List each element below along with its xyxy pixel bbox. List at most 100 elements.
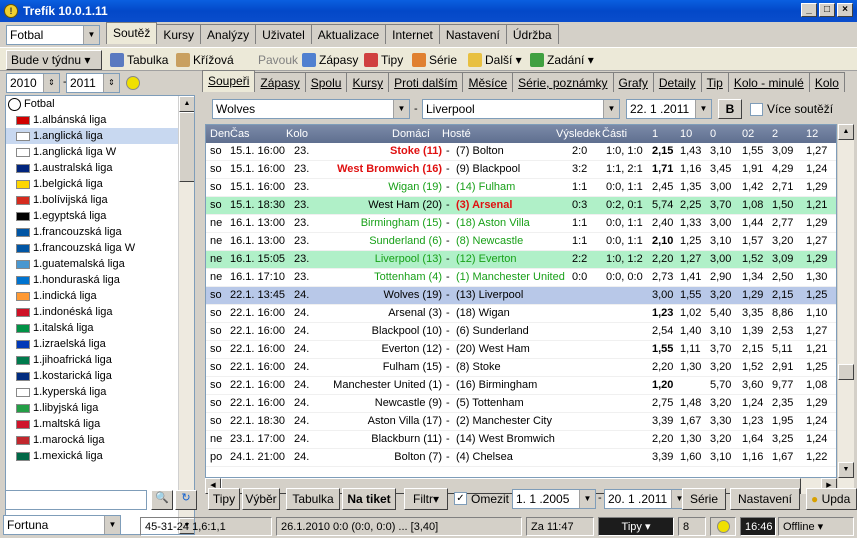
tips-button[interactable]: Tipy: [360, 50, 407, 70]
spider-button[interactable]: Pavouk: [254, 50, 302, 70]
col-header[interactable]: Hosté: [442, 128, 471, 140]
tree-item[interactable]: 1.indická liga: [6, 288, 194, 304]
tree-item[interactable]: 1.bolívijská liga: [6, 192, 194, 208]
col-header[interactable]: 02: [742, 128, 754, 140]
table-row[interactable]: so 15.1. 16:00 23. Stoke (11) - (7) Bolton 2:0…: [206, 143, 836, 161]
tree-item[interactable]: 1.izraelská liga: [6, 336, 194, 352]
col-header[interactable]: Čas: [230, 128, 250, 140]
grid-scrollbar[interactable]: ▲ ▼: [838, 124, 854, 494]
table-row[interactable]: so 22.1. 16:00 24. Newcastle (9) - (5) Totten…: [206, 395, 836, 413]
col-header[interactable]: 10: [680, 128, 692, 140]
tree-item[interactable]: 1.honduraská liga: [6, 272, 194, 288]
subtab-1[interactable]: Zápasy: [254, 72, 306, 92]
vyber-tab[interactable]: Výběr: [242, 488, 280, 510]
col-header[interactable]: 2: [772, 128, 778, 140]
tab-5[interactable]: Internet: [385, 24, 440, 44]
tree-item[interactable]: 1.marocká liga: [6, 432, 194, 448]
tree-item[interactable]: 1.australská liga: [6, 160, 194, 176]
subtab-4[interactable]: Proti dalším: [388, 72, 464, 92]
tree-item[interactable]: 1.mexická liga: [6, 448, 194, 464]
update-button[interactable]: ● Upda: [806, 488, 857, 510]
mode-dropdown[interactable]: Offline ▾: [778, 517, 854, 536]
chevron-down-icon[interactable]: ▼: [83, 26, 99, 44]
refresh-icon[interactable]: ↻: [175, 490, 197, 510]
series-bottom-button[interactable]: Série: [682, 488, 726, 510]
cross-button[interactable]: Křížová: [172, 50, 238, 70]
table-row[interactable]: so 22.1. 16:00 24. Fulham (15) - (8) Stoke 2,2…: [206, 359, 836, 377]
table-row[interactable]: so 22.1. 16:00 24. Manchester United (1) - (1…: [206, 377, 836, 395]
year-from[interactable]: 2010 ⇕: [6, 73, 60, 93]
table-row[interactable]: ne 16.1. 15:05 23. Liverpool (13) - (12) Ever…: [206, 251, 836, 269]
col-header[interactable]: Části: [602, 128, 627, 140]
subtab-5[interactable]: Měsíce: [462, 72, 514, 92]
date-from-picker[interactable]: 1. 1 .2005 ▼: [512, 489, 596, 509]
subtab-3[interactable]: Kursy: [346, 72, 390, 92]
tree-item[interactable]: 1.libyjská liga: [6, 400, 194, 416]
sport-select[interactable]: Fotbal ▼: [6, 25, 100, 45]
search-input[interactable]: [5, 490, 147, 510]
maximize-button[interactable]: □: [819, 3, 835, 17]
tree-item[interactable]: 1.maltská liga: [6, 416, 194, 432]
tree-item[interactable]: 1.anglická liga W: [6, 144, 194, 160]
tree-item[interactable]: 1.belgická liga: [6, 176, 194, 192]
tree-item[interactable]: 1.italská liga: [6, 320, 194, 336]
col-header[interactable]: 0: [710, 128, 716, 140]
series-button[interactable]: Série: [408, 50, 461, 70]
tabulka-button[interactable]: Tabulka: [286, 488, 340, 510]
table-row[interactable]: so 22.1. 13:45 24. Wolves (19) - (13) Liverpo…: [206, 287, 836, 305]
bookmaker-select[interactable]: Fortuna ▼: [3, 515, 121, 535]
tab-3[interactable]: Uživatel: [255, 24, 312, 44]
tree-item[interactable]: 1.jihoafrická liga: [6, 352, 194, 368]
subtab-6[interactable]: Série, poznámky: [512, 72, 614, 92]
tree-root[interactable]: Fotbal: [6, 96, 194, 112]
col-header[interactable]: 1: [652, 128, 658, 140]
table-row[interactable]: ne 16.1. 17:10 23. Tottenham (4) - (1) Manche…: [206, 269, 836, 287]
limit-checkbox[interactable]: ✓: [454, 492, 467, 505]
tree-item[interactable]: 1.egyptská liga: [6, 208, 194, 224]
table-row[interactable]: so 22.1. 18:30 24. Aston Villa (17) - (2) Man…: [206, 413, 836, 431]
table-row[interactable]: ne 16.1. 13:00 23. Sunderland (6) - (8) Newca…: [206, 233, 836, 251]
table-row[interactable]: so 15.1. 16:00 23. West Bromwich (16) - (9) B…: [206, 161, 836, 179]
year-to[interactable]: 2011 ⇕: [66, 73, 120, 93]
tree-item[interactable]: 1.francouzská liga W: [6, 240, 194, 256]
subtab-7[interactable]: Grafy: [612, 72, 654, 92]
tree-item[interactable]: 1.indonéská liga: [6, 304, 194, 320]
subtab-9[interactable]: Tip: [700, 72, 729, 92]
col-header[interactable]: Domácí: [392, 128, 430, 140]
tree-item[interactable]: 1.kostarická liga: [6, 368, 194, 384]
tree-item[interactable]: 1.albánská liga: [6, 112, 194, 128]
subtab-11[interactable]: Kolo: [808, 72, 845, 92]
table-row[interactable]: so 15.1. 18:30 23. West Ham (20) - (3) Arsena…: [206, 197, 836, 215]
tab-1[interactable]: Kursy: [156, 24, 202, 44]
tree-scrollbar[interactable]: ▲ ▼: [178, 96, 194, 534]
filter-dropdown[interactable]: Filtr▾: [404, 488, 448, 510]
table-row[interactable]: ne 16.1. 13:00 23. Birmingham (15) - (18) Ast…: [206, 215, 836, 233]
b-button[interactable]: B: [718, 99, 742, 119]
table-row[interactable]: ne 23.1. 17:00 24. Blackburn (11) - (14) West…: [206, 431, 836, 449]
period-dropdown[interactable]: Bude v týdnu ▾: [6, 50, 102, 70]
subtab-0[interactable]: Soupeři: [202, 70, 256, 92]
col-header[interactable]: 12: [806, 128, 818, 140]
date-picker[interactable]: 22. 1 .2011 ▼: [626, 99, 712, 119]
home-team-select[interactable]: Wolves ▼: [212, 99, 410, 119]
table-row[interactable]: po 24.1. 21:00 24. Bolton (7) - (4) Chelsea 3,…: [206, 449, 836, 467]
tab-0[interactable]: Soutěž: [106, 22, 158, 44]
col-header[interactable]: Den: [210, 128, 230, 140]
tipy-tab[interactable]: Tipy: [208, 488, 240, 510]
subtab-10[interactable]: Kolo - minulé: [727, 72, 810, 92]
enter-dropdown[interactable]: Zadání ▾: [526, 50, 598, 70]
search-icon[interactable]: 🔍: [151, 490, 173, 510]
col-header[interactable]: Kolo: [286, 128, 308, 140]
close-button[interactable]: ×: [837, 3, 853, 17]
table-row[interactable]: so 22.1. 16:00 24. Blackpool (10) - (6) Sunde…: [206, 323, 836, 341]
tab-7[interactable]: Údržba: [505, 24, 559, 44]
tree-item[interactable]: 1.kyperská liga: [6, 384, 194, 400]
table-button[interactable]: Tabulka: [106, 50, 172, 70]
table-row[interactable]: so 22.1. 16:00 24. Everton (12) - (20) West H…: [206, 341, 836, 359]
minimize-button[interactable]: _: [801, 3, 817, 17]
subtab-8[interactable]: Detaily: [652, 72, 702, 92]
tipy-status-dropdown[interactable]: Tipy ▾: [598, 517, 674, 536]
ticket-button[interactable]: Na tiket: [342, 488, 396, 510]
tree-item[interactable]: 1.anglická liga: [6, 128, 194, 144]
tab-4[interactable]: Aktualizace: [310, 24, 387, 44]
